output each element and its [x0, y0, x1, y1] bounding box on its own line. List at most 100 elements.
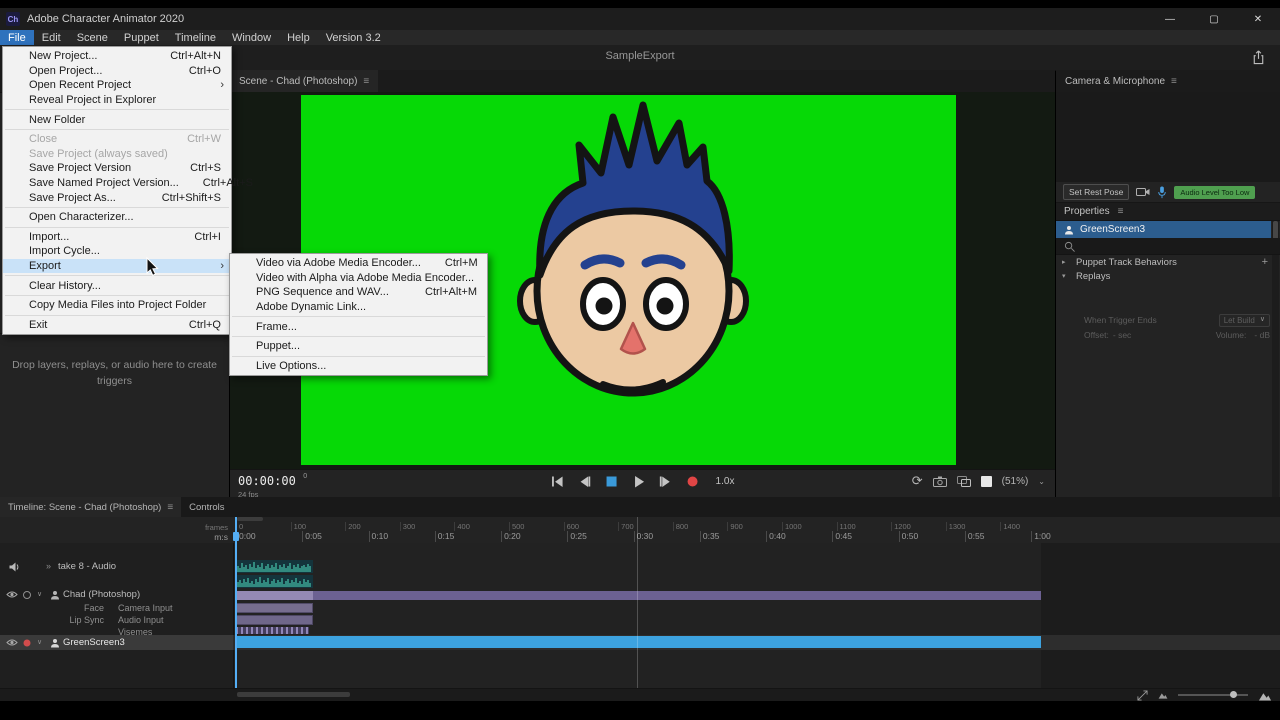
panel-menu-icon[interactable]: ≡	[363, 76, 369, 87]
zoom-caret-icon[interactable]: ⌄	[1038, 477, 1045, 486]
record-arm-icon[interactable]	[22, 638, 32, 648]
play-button[interactable]	[632, 474, 646, 488]
greenscreen-track-name[interactable]: GreenScreen3	[63, 637, 125, 648]
export-menu-item[interactable]: Frame...	[230, 319, 487, 334]
loop-icon[interactable]: ⟳	[912, 474, 923, 488]
export-menu-item[interactable]: Adobe Dynamic Link...	[230, 300, 487, 315]
file-menu-item[interactable]	[5, 315, 229, 316]
menubar-item[interactable]: Window	[224, 30, 279, 45]
menubar-item[interactable]: Scene	[69, 30, 116, 45]
selected-puppet-row[interactable]: GreenScreen3	[1056, 221, 1271, 238]
file-menu-item[interactable]: Reveal Project in Explorer	[3, 93, 231, 108]
file-menu-item[interactable]: New Folder	[3, 112, 231, 127]
lipsync-row-label[interactable]: Lip Sync	[0, 615, 104, 625]
file-menu-item[interactable]: Open Recent Project ›	[3, 78, 231, 93]
collapse-icon[interactable]: ▾	[1062, 272, 1070, 280]
file-menu-item[interactable]: Open Project... Ctrl+O	[3, 64, 231, 79]
audio-waveform-take[interactable]	[236, 560, 313, 573]
chad-track-bar[interactable]	[236, 591, 1041, 600]
onion-skin-icon[interactable]	[957, 476, 971, 487]
trigger-mode-dropdown[interactable]: Let Build ∨	[1219, 314, 1270, 327]
go-to-start-button[interactable]	[551, 474, 565, 488]
file-menu-item[interactable]	[5, 129, 229, 130]
lipsync-take-bar[interactable]	[236, 615, 313, 625]
zoom-in-mountain-icon[interactable]	[1258, 690, 1272, 701]
file-menu-item[interactable]: Copy Media Files into Project Folder	[3, 298, 231, 313]
fit-timeline-icon[interactable]	[1137, 690, 1148, 701]
audio-track-name[interactable]: take 8 - Audio	[58, 561, 116, 572]
stop-button[interactable]	[605, 474, 619, 488]
zoom-slider-thumb[interactable]	[1230, 691, 1237, 698]
file-menu-item[interactable]: Save Project (always saved)	[3, 147, 231, 162]
close-button[interactable]: ✕	[1236, 8, 1280, 30]
playback-speed[interactable]: 1.0x	[716, 476, 735, 487]
panel-menu-icon[interactable]: ≡	[167, 502, 173, 513]
replays-row[interactable]: ▾ Replays	[1056, 269, 1280, 283]
record-arm-ring-icon[interactable]	[22, 590, 32, 600]
speaker-icon[interactable]	[8, 561, 20, 573]
greenscreen-track-bar[interactable]	[236, 636, 1041, 648]
record-button[interactable]	[686, 474, 700, 488]
search-input[interactable]	[1081, 239, 1268, 253]
camera-tab[interactable]: Camera & Microphone ≡	[1056, 70, 1186, 92]
export-menu-item[interactable]: Video via Adobe Media Encoder... Ctrl+M	[230, 256, 487, 271]
menubar-item[interactable]: Help	[279, 30, 318, 45]
chad-track-take[interactable]	[236, 591, 313, 600]
file-menu-item[interactable]: Save Named Project Version... Ctrl+Alt+S	[3, 176, 231, 191]
share-icon[interactable]	[1251, 50, 1266, 65]
menubar-item[interactable]: File	[0, 30, 34, 45]
background-color-chip[interactable]	[981, 476, 992, 487]
file-menu-item[interactable]: Save Project As... Ctrl+Shift+S	[3, 190, 231, 205]
controls-tab[interactable]: Controls	[181, 497, 232, 517]
export-menu-item[interactable]	[232, 336, 485, 337]
behaviors-row[interactable]: ▸ Puppet Track Behaviors +	[1056, 255, 1280, 269]
file-menu-item[interactable]: Exit Ctrl+Q	[3, 318, 231, 333]
chad-track-name[interactable]: Chad (Photoshop)	[63, 589, 140, 600]
visibility-eye-icon[interactable]	[6, 590, 18, 599]
file-menu-item[interactable]: Clear History...	[3, 278, 231, 293]
menubar-item[interactable]: Puppet	[116, 30, 167, 45]
snapshot-camera-icon[interactable]	[933, 476, 947, 487]
minimize-button[interactable]: —	[1148, 8, 1192, 30]
set-rest-pose-button[interactable]: Set Rest Pose	[1063, 184, 1129, 200]
file-menu-item[interactable]	[5, 207, 229, 208]
zoom-out-mountain-icon[interactable]	[1158, 691, 1168, 699]
previous-frame-button[interactable]	[578, 474, 592, 488]
file-menu-item[interactable]: Import Cycle...	[3, 244, 231, 259]
export-menu-item[interactable]: Puppet...	[230, 339, 487, 354]
menubar-item[interactable]: Version 3.2	[318, 30, 389, 45]
panel-menu-icon[interactable]: ≡	[1118, 206, 1124, 217]
export-menu-item[interactable]: Live Options...	[230, 359, 487, 374]
timeline-zoom-slider[interactable]	[1178, 694, 1248, 696]
maximize-button[interactable]: ▢	[1192, 8, 1236, 30]
visibility-eye-icon[interactable]	[6, 638, 18, 647]
file-menu-item[interactable]: Export ›	[3, 259, 231, 274]
webcam-icon[interactable]	[1136, 187, 1150, 197]
file-menu-item[interactable]	[5, 275, 229, 276]
playhead[interactable]	[235, 517, 237, 688]
file-menu-item[interactable]: Save Project Version Ctrl+S	[3, 161, 231, 176]
visemes-take-bar[interactable]	[236, 627, 309, 634]
file-menu-item[interactable]: Close Ctrl+W	[3, 132, 231, 147]
playhead-handle[interactable]	[233, 532, 239, 541]
face-take-bar[interactable]	[236, 603, 313, 613]
file-menu-item[interactable]: Open Characterizer...	[3, 210, 231, 225]
file-menu-item[interactable]	[5, 109, 229, 110]
file-menu-item[interactable]	[5, 227, 229, 228]
export-menu-item[interactable]: Video with Alpha via Adobe Media Encoder…	[230, 271, 487, 286]
export-menu-item[interactable]	[232, 316, 485, 317]
add-behavior-icon[interactable]: +	[1262, 256, 1268, 268]
track-collapse-icon[interactable]: ∨	[37, 639, 42, 647]
timeline-scrollbar-thumb[interactable]	[237, 692, 350, 697]
file-menu-item[interactable]: New Project... Ctrl+Alt+N	[3, 49, 231, 64]
ruler-scrollbar-thumb[interactable]	[237, 517, 263, 521]
zoom-level[interactable]: (51%)	[1002, 476, 1029, 487]
scene-tab[interactable]: Scene - Chad (Photoshop) ≡	[230, 70, 378, 92]
menubar-item[interactable]: Timeline	[167, 30, 224, 45]
microphone-icon[interactable]	[1157, 186, 1167, 199]
timeline-tab[interactable]: Timeline: Scene - Chad (Photoshop) ≡	[0, 497, 181, 517]
file-menu-item[interactable]: Import... Ctrl+I	[3, 230, 231, 245]
export-menu-item[interactable]: PNG Sequence and WAV... Ctrl+Alt+M	[230, 285, 487, 300]
export-menu-item[interactable]	[232, 356, 485, 357]
menubar-item[interactable]: Edit	[34, 30, 69, 45]
